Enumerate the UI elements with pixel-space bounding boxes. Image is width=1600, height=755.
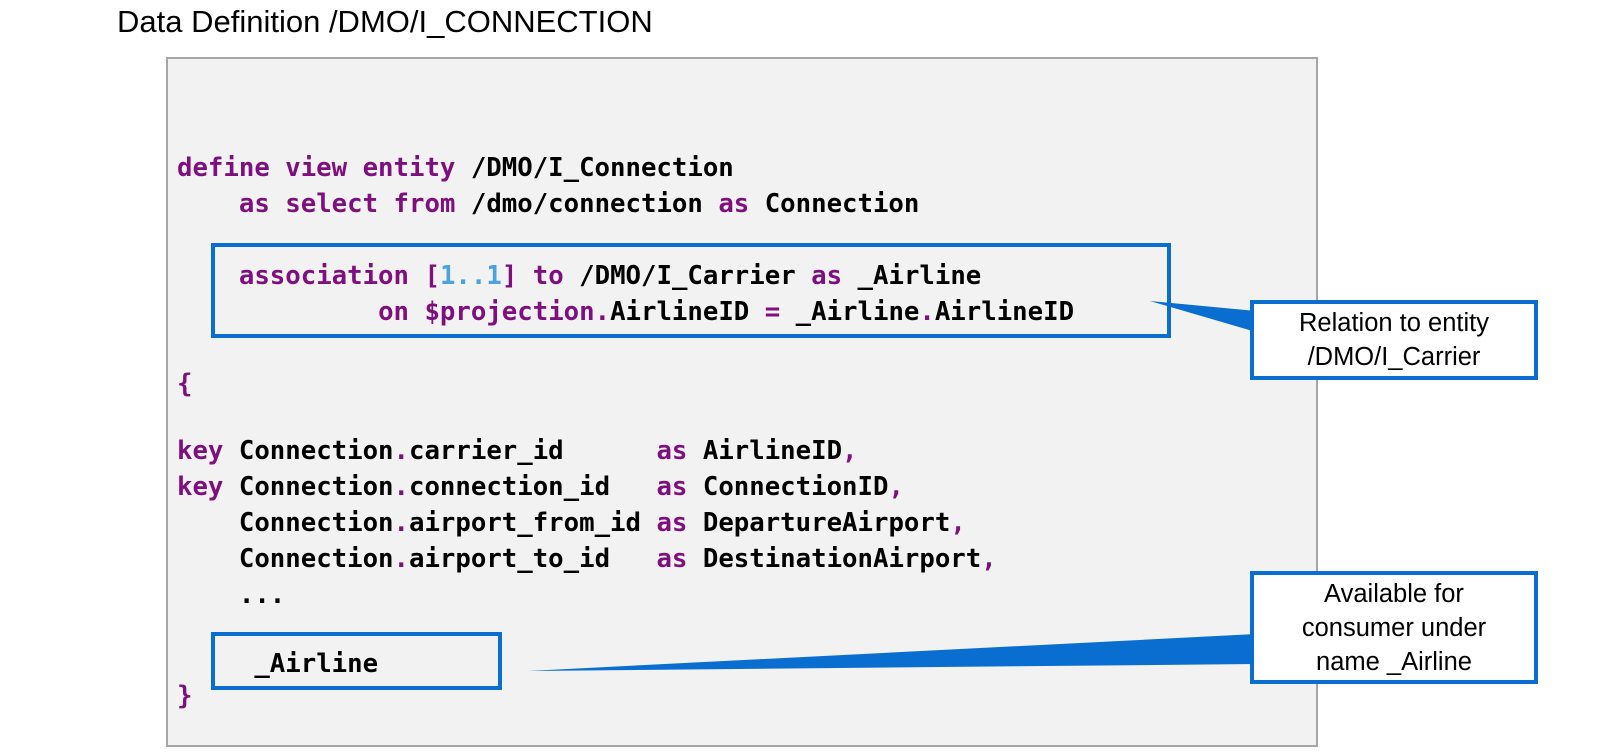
available-callout-text: Available for consumer under name _Airli…	[1301, 579, 1487, 676]
relation-callout-pointer	[1150, 301, 1256, 332]
relation-callout: Relation to entity /DMO/I_Carrier	[1250, 300, 1538, 380]
available-callout: Available for consumer under name _Airli…	[1250, 571, 1538, 684]
relation-callout-text: Relation to entity /DMO/I_Carrier	[1299, 309, 1489, 371]
available-callout-pointer	[528, 634, 1256, 671]
